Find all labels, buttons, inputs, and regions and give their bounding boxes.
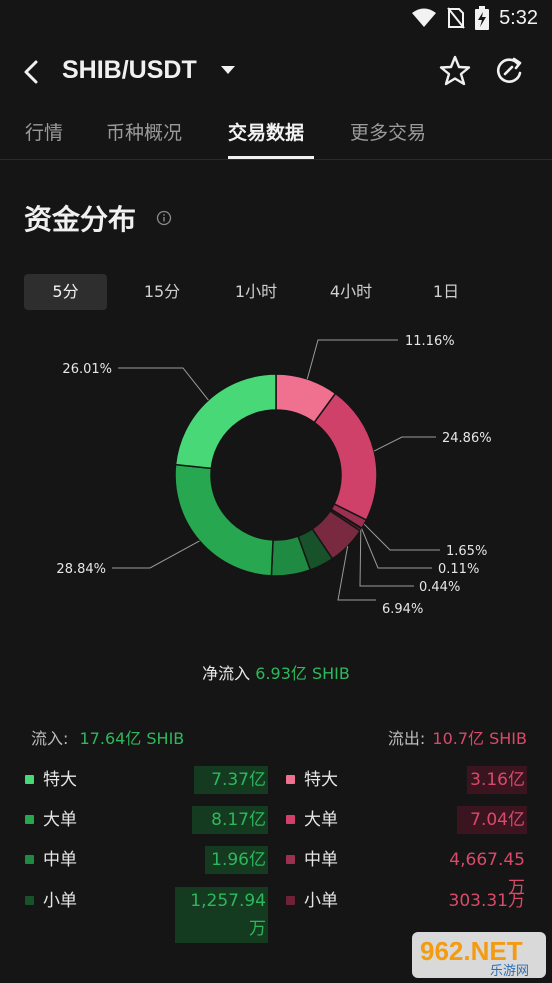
outflow-header: 流出: 10.7亿 SHIB [388, 725, 527, 749]
watermark-subtext: 乐游网 [490, 964, 529, 978]
fund-distribution-chart: 11.16% 24.86% 1.65% 0.11% 0.44% 6.94% 28.84% 26… [56, 334, 492, 617]
slice-leader-line [306, 339, 398, 380]
slice-label: 6.94% [382, 602, 423, 617]
slice-leader-line [373, 436, 436, 452]
slice-label: 0.44% [419, 580, 460, 595]
watermark-logo: 962.NET 乐游网 [412, 932, 546, 978]
outflow-row-value: 7.04亿 [457, 806, 527, 834]
netflow-summary: 净流入 6.93亿 SHIB [0, 660, 552, 684]
netflow-label: 净流入 [202, 664, 251, 683]
slice-leader-line [118, 367, 209, 401]
back-icon[interactable] [16, 56, 48, 88]
tab-bar: 行情 币种概况 交易数据 更多交易 [0, 108, 552, 160]
outflow-row-label: 大单 [304, 810, 338, 830]
period-4h[interactable]: 4小时 [311, 274, 391, 310]
tab-overview[interactable]: 币种概况 [106, 118, 182, 145]
slice-label: 28.84% [56, 562, 106, 577]
slice-label: 0.11% [438, 562, 479, 577]
outflow-row-value: 303.31万 [448, 891, 525, 911]
outflow-label: 流出: [387, 729, 426, 748]
period-1h[interactable]: 1小时 [216, 274, 296, 310]
outflow-row: 中单 4,667.45万 [0, 846, 552, 898]
outflow-dot [286, 775, 295, 784]
slice-label: 11.16% [405, 334, 455, 349]
battery-charging-icon [475, 6, 490, 30]
inflow-header: 流入: 17.64亿 SHIB [31, 725, 184, 749]
outflow-dot [286, 815, 295, 824]
slice-label: 1.65% [446, 544, 487, 559]
tab-market[interactable]: 行情 [25, 118, 63, 145]
slice-leader-line [337, 546, 376, 601]
slice-leader-line [361, 528, 432, 569]
refresh-icon[interactable] [492, 54, 526, 88]
slice-leader-line [359, 529, 414, 587]
outflow-row-label: 中单 [304, 850, 338, 870]
donut-slice [174, 373, 277, 470]
outflow-total: 10.7亿 SHIB [432, 729, 527, 748]
outflow-row-label: 小单 [304, 891, 338, 911]
wifi-icon [412, 8, 437, 27]
top-bar: SHIB/USDT [0, 44, 552, 100]
caret-down-icon[interactable] [220, 64, 236, 76]
pair-title[interactable]: SHIB/USDT [62, 56, 197, 85]
outflow-row: 大单 7.04亿 [0, 806, 552, 834]
outflow-row-label: 特大 [304, 770, 338, 790]
watermark-text: 962.NET [420, 936, 523, 966]
info-icon[interactable] [156, 210, 172, 226]
outflow-row: 小单 303.31万 [0, 887, 552, 915]
no-sim-icon [447, 7, 465, 29]
outflow-row: 特大 3.16亿 [0, 766, 552, 794]
outflow-row-value: 3.16亿 [467, 766, 527, 794]
slice-label: 24.86% [442, 431, 492, 446]
donut-slice [174, 463, 274, 577]
outflow-dot [286, 896, 295, 905]
period-5m[interactable]: 5分 [24, 274, 107, 310]
outflow-dot [286, 855, 295, 864]
star-icon[interactable] [438, 54, 472, 88]
slice-label: 26.01% [62, 362, 112, 377]
netflow-value: 6.93亿 SHIB [255, 664, 350, 683]
status-bar: 5:32 [0, 0, 552, 38]
slice-leader-line [363, 523, 440, 551]
donut-slice [313, 392, 378, 522]
period-15m[interactable]: 15分 [122, 274, 202, 310]
status-time: 5:32 [499, 6, 538, 29]
inflow-total: 17.64亿 SHIB [79, 729, 185, 748]
section-title: 资金分布 [24, 203, 137, 236]
tab-trade-data[interactable]: 交易数据 [228, 118, 304, 145]
slice-leader-line [112, 540, 200, 569]
tab-more-trades[interactable]: 更多交易 [350, 118, 426, 145]
period-1d[interactable]: 1日 [406, 274, 486, 310]
inflow-label: 流入: [31, 729, 69, 748]
active-tab-indicator [228, 156, 314, 159]
